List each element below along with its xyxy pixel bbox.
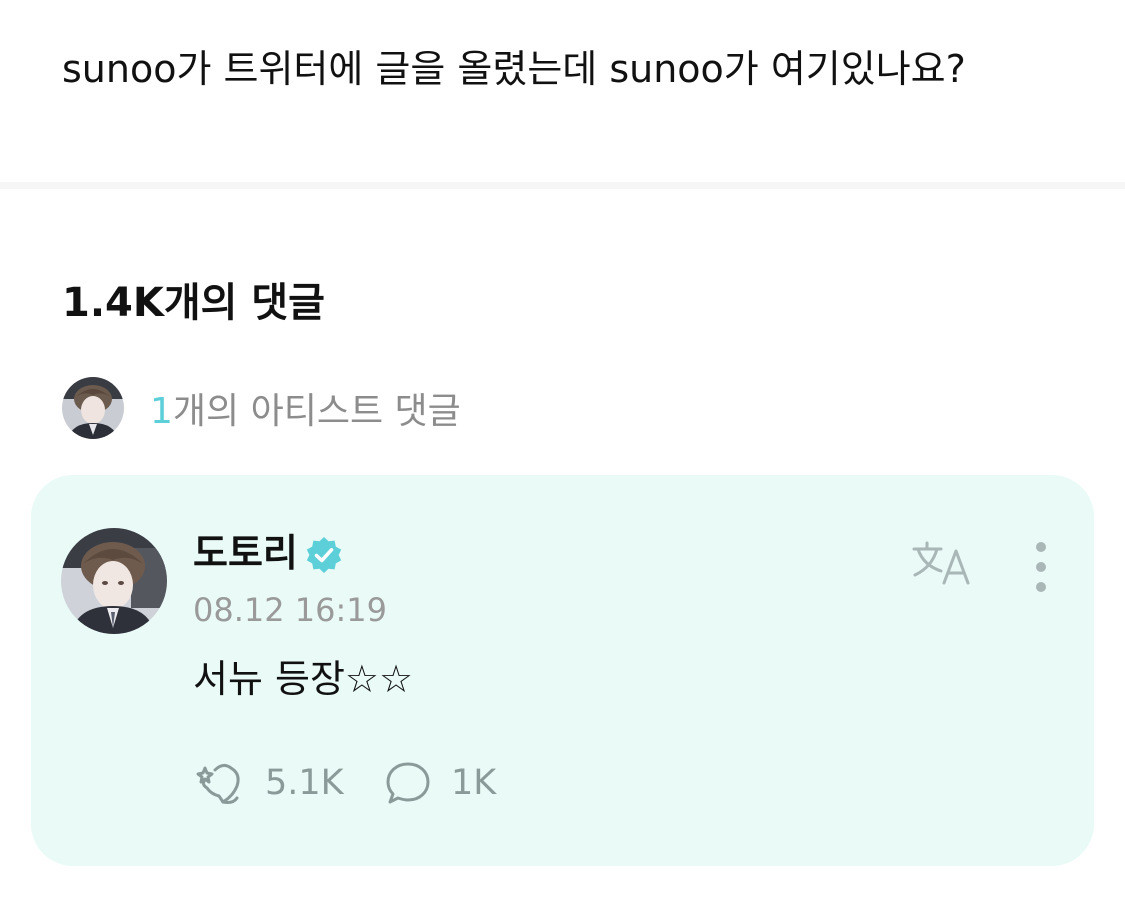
comment-like-button[interactable]: 5.1K bbox=[193, 759, 344, 807]
speech-bubble-icon bbox=[386, 762, 430, 804]
artist-comment-card: 도토리 08.12 16:19 서뉴 등장☆☆ 5.1K 1K bbox=[31, 475, 1094, 866]
verified-badge-icon bbox=[306, 537, 342, 573]
artist-comments-link[interactable]: 1개의 아티스트 댓글 bbox=[62, 377, 461, 439]
heart-sparkle-icon bbox=[196, 763, 240, 804]
comment-author-avatar[interactable] bbox=[61, 528, 167, 634]
comment-reply-count: 1K bbox=[451, 763, 497, 803]
comment-body-text: 서뉴 등장☆☆ bbox=[193, 657, 414, 701]
comment-author-name[interactable]: 도토리 bbox=[193, 529, 298, 577]
translate-icon[interactable] bbox=[911, 539, 973, 587]
section-divider bbox=[0, 182, 1125, 189]
post-text: sunoo가 트위터에 글을 올렸는데 sunoo가 여기있나요? bbox=[62, 47, 966, 91]
weverse-post-page: sunoo가 트위터에 글을 올렸는데 sunoo가 여기있나요? 1.4K개의… bbox=[0, 0, 1125, 901]
comment-timestamp: 08.12 16:19 bbox=[193, 591, 387, 629]
artist-comments-count: 1 bbox=[150, 391, 173, 432]
artist-avatar bbox=[62, 377, 124, 439]
comment-reply-button[interactable]: 1K bbox=[385, 759, 496, 807]
comment-like-count: 5.1K bbox=[265, 763, 344, 803]
artist-comments-text: 개의 아티스트 댓글 bbox=[172, 391, 461, 432]
more-vertical-icon[interactable] bbox=[1027, 541, 1055, 593]
comments-count-heading: 1.4K개의 댓글 bbox=[62, 280, 325, 326]
artist-comments-label: 1개의 아티스트 댓글 bbox=[150, 382, 461, 434]
